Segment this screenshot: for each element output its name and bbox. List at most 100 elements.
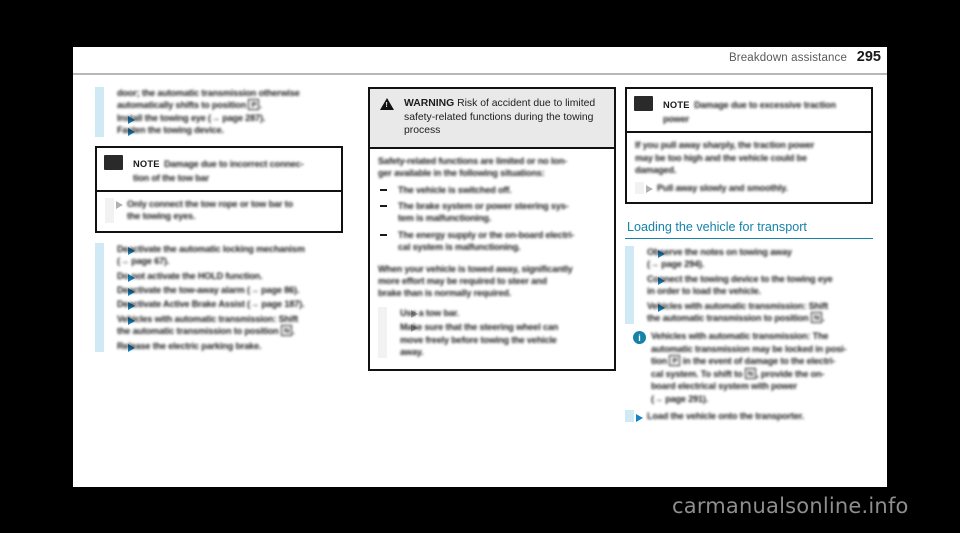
warning-title-line1: Risk of accident due to limited — [457, 98, 596, 109]
text-run: , provide the on- — [756, 368, 825, 379]
list-item: The brake system or power steering sys- … — [398, 200, 606, 225]
left-continued-block: door; the automatic transmission otherwi… — [95, 87, 343, 137]
list-item: Vehicles with automatic transmission: Sh… — [117, 313, 343, 338]
dash-list-item: The brake system or power steering sys- … — [378, 200, 606, 225]
side-accent-bar — [378, 306, 387, 359]
text-line: door; the automatic transmission otherwi… — [117, 88, 300, 98]
note-box-body: Only connect the tow rope or tow bar to … — [97, 192, 341, 231]
section-heading-loading: Loading the vehicle for transport — [625, 218, 873, 240]
column-right: NOTE Damage due to excessive traction po… — [625, 87, 873, 423]
left-continued-paragraph: door; the automatic transmission otherwi… — [117, 87, 343, 112]
left-bullet-list: Deactivate the automatic locking mechani… — [95, 242, 343, 353]
note-box-body: If you pull away sharply, the traction p… — [627, 133, 871, 202]
text-line: board electrical system with power — [651, 381, 798, 392]
list-item: Do not activate the HOLD function. — [117, 270, 263, 281]
text-line: cal system is malfunctioning. — [398, 242, 521, 253]
list-item: Deactivate the automatic locking mechani… — [117, 243, 343, 268]
manual-page: Breakdown assistance 295 door; the autom… — [73, 47, 887, 487]
bullet-arrow-icon — [116, 201, 123, 210]
text-run: . — [292, 326, 295, 337]
text-run: Damage due to incorrect connec- — [164, 158, 304, 169]
list-item: Pull away slowly and smoothly. — [657, 182, 788, 193]
text-run: tion — [651, 356, 668, 367]
text-line: automatically shifts to position P. — [117, 99, 343, 111]
text-line: cal system. To shift to N, provide the o… — [651, 367, 873, 380]
bullet-arrow-icon — [646, 184, 653, 193]
text-line: When your vehicle is towed away, signifi… — [378, 263, 573, 274]
right-final-bullet-block: Load the vehicle onto the transporter. — [625, 409, 873, 423]
text-run: Damage due to excessive traction — [694, 100, 836, 110]
note-box-traction: NOTE Damage due to excessive traction po… — [625, 87, 873, 205]
list-item: Install the towing eye (→ page 287). — [117, 112, 266, 123]
list-item: Connect the towing device to the towing … — [647, 273, 873, 298]
warning-intro: Safety-related functions are limited or … — [378, 155, 606, 180]
side-accent-bar — [95, 242, 104, 353]
text-line: the towing eyes. — [127, 211, 196, 222]
text-line: Deactivate the automatic locking mechani… — [117, 243, 305, 254]
text-line: the automatic transmission to position N… — [117, 325, 343, 337]
list-item: Use a tow bar. — [400, 307, 460, 318]
list-item: Only connect the tow rope or tow bar to … — [127, 198, 333, 223]
note-bullet-block: Only connect the tow rope or tow bar to … — [105, 198, 333, 223]
warning-action-list: Use a tow bar. Make sure that the steeri… — [378, 306, 606, 359]
list-item: Observe the notes on towing away (→ page… — [647, 246, 873, 271]
list-item: Load the vehicle onto the transporter. — [647, 410, 805, 421]
info-note-block: Vehicles with automatic transmission: Th… — [625, 330, 873, 404]
info-note-text: Vehicles with automatic transmission: Th… — [651, 330, 873, 404]
info-circle-icon — [633, 331, 646, 345]
text-run: cal system. To shift to — [651, 368, 743, 379]
dash-list-item: The energy supply or the on-board electr… — [378, 229, 606, 254]
text-line: (→ page 294). — [647, 259, 705, 270]
text-line: Observe the notes on towing away — [647, 247, 792, 258]
note-title-cont: power — [663, 114, 690, 124]
list-item: Make sure that the steering wheel can mo… — [400, 321, 606, 358]
dash-bullet-icon — [380, 233, 387, 236]
page-header: Breakdown assistance 295 — [73, 47, 887, 75]
note-title: Damage due to incorrect connec- — [164, 158, 304, 169]
text-line: may be too high and the vehicle could be — [635, 152, 807, 163]
side-accent-bar — [625, 409, 634, 423]
text-line: move freely before towing the vehicle — [400, 334, 557, 345]
list-item: The energy supply or the on-board electr… — [398, 229, 606, 254]
list-item: Deactivate Active Brake Assist (→ page 1… — [117, 299, 305, 310]
text-line: tem is malfunctioning. — [398, 213, 492, 224]
warning-title-line2: safety-related functions during the towi… — [404, 111, 594, 123]
gear-position-glyph: P — [669, 355, 681, 367]
header-page-number: 295 — [856, 49, 881, 65]
text-line: Vehicles with automatic transmission: Sh… — [647, 300, 829, 311]
dash-bullet-icon — [380, 205, 387, 207]
column-middle: WARNING Risk of accident due to limited … — [368, 87, 616, 372]
text-line: (→ page 67). — [117, 256, 170, 267]
gear-position-glyph: N — [810, 312, 823, 324]
text-line: automatic transmission may be locked in … — [651, 343, 847, 354]
text-line: away. — [400, 347, 424, 358]
note-box-header: NOTE Damage due to incorrect connec- tio… — [97, 148, 341, 193]
text-run: . — [259, 100, 262, 111]
text-line: brake than is normally required. — [378, 288, 512, 299]
list-item: Vehicles with automatic transmission: Sh… — [647, 300, 873, 325]
side-accent-bar — [95, 87, 104, 137]
text-line: (→ page 291). — [651, 393, 709, 404]
text-line: damaged. — [635, 165, 677, 176]
warning-triangle-icon — [380, 98, 394, 110]
text-line: The brake system or power steering sys- — [398, 201, 569, 211]
text-line: ger available in the following situation… — [378, 168, 545, 179]
dash-bullet-icon — [380, 188, 387, 191]
text-line: Connect the towing device to the towing … — [647, 273, 833, 284]
side-accent-bar — [105, 198, 114, 223]
header-divider — [73, 73, 887, 75]
warning-title-line3: process — [404, 125, 441, 137]
header-section-title: Breakdown assistance — [728, 52, 847, 64]
column-left: door; the automatic transmission otherwi… — [95, 87, 343, 353]
note-icon — [634, 96, 653, 111]
watermark: carmanualsonline.info — [672, 494, 909, 518]
note-title: Damage due to excessive traction — [694, 100, 836, 110]
note-title-cont: tion of the tow bar — [133, 172, 209, 183]
note-paragraph: If you pull away sharply, the traction p… — [635, 139, 863, 176]
warning-title: WARNING Risk of accident due to limited … — [404, 97, 606, 138]
note-label: NOTE — [663, 100, 690, 110]
gear-position-glyph: P — [248, 99, 260, 111]
text-line: Vehicles with automatic transmission: Th… — [651, 331, 829, 342]
text-line: in order to load the vehicle. — [647, 286, 761, 297]
text-run: the automatic transmission to position — [117, 326, 279, 337]
